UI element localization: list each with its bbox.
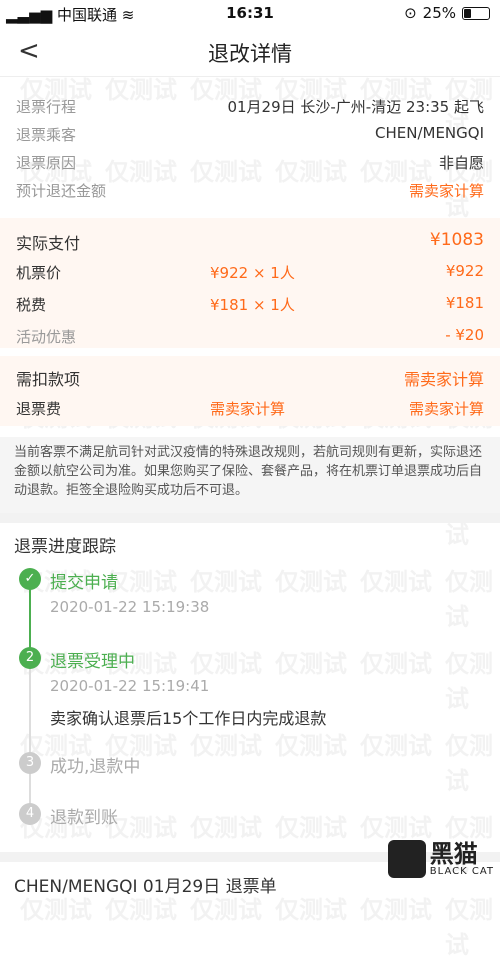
info-value: 需卖家计算 <box>408 182 484 200</box>
info-label: 退票原因 <box>16 154 77 172</box>
payment-label: 机票价 <box>16 264 62 282</box>
notice-text: 当前客票不满足航司针对武汉疫情的特殊退改规则，若航司规则有更新，实际退还金额以航… <box>14 445 483 498</box>
step-1-time: 2020-01-22 15:19:38 <box>50 598 210 616</box>
step-3-label: 成功,退款中 <box>50 757 141 777</box>
payment-promo-row: 活动优惠 - ¥20 <box>16 326 484 347</box>
watermark-text: 仅测试 <box>360 650 432 678</box>
step-2-time: 2020-01-22 15:19:41 <box>50 677 210 695</box>
watermark-text: 仅测试 <box>275 814 347 842</box>
payment-label: 税费 <box>16 296 47 314</box>
watermark-text: 仅测试 <box>190 732 262 760</box>
step-2-label: 退票受理中 <box>50 652 135 672</box>
deduction-fee-detail: 需卖家计算 <box>210 400 286 418</box>
payment-value: ¥181 <box>445 294 484 312</box>
deduction-value: 需卖家计算 <box>403 370 484 389</box>
watermark-text: 仅测试 <box>445 568 493 631</box>
info-row-estimated-refund: 预计退还金额 需卖家计算 <box>16 180 484 201</box>
step-3-number-icon: 3 <box>19 752 41 774</box>
watermark-text: 仅测试 <box>360 568 432 596</box>
info-label: 预计退还金额 <box>16 182 107 200</box>
watermark-text: 仅测试 <box>360 896 432 924</box>
brand-name: 黑猫 <box>429 839 478 868</box>
brand-sub: BLACK CAT <box>429 865 494 877</box>
deduction-value: 需卖家计算 <box>408 400 484 418</box>
info-row-itinerary: 退票行程 01月29日 长沙-广州-清迈 23:35 起飞 <box>16 96 484 117</box>
step-2-number-icon: 2 <box>19 647 41 669</box>
watermark-text: 仅测试 <box>445 732 493 795</box>
info-row-reason: 退票原因 非自愿 <box>16 152 484 173</box>
watermark-text: 仅测试 <box>275 732 347 760</box>
refund-notice: 当前客票不满足航司针对武汉疫情的特殊退改规则，若航司规则有更新，实际退还金额以航… <box>0 437 500 513</box>
payment-ticket-detail: ¥922 × 1人 <box>210 264 295 282</box>
payment-label: 活动优惠 <box>16 328 77 346</box>
watermark-text: 仅测试 <box>190 568 262 596</box>
step-1-check-icon: ✓ <box>19 568 41 590</box>
timeline-connector <box>29 668 31 810</box>
tracking-title: 退票进度跟踪 <box>14 537 116 557</box>
step-1-label: 提交申请 <box>50 573 118 593</box>
step-2-note: 卖家确认退票后15个工作日内完成退款 <box>50 709 327 728</box>
info-row-passenger: 退票乘客 CHEN/MENGQI <box>16 124 484 145</box>
watermark-text: 仅测试 <box>275 650 347 678</box>
step-4-number-icon: 4 <box>19 803 41 825</box>
payment-value: ¥1083 <box>429 230 484 250</box>
watermark-text: 仅测试 <box>275 896 347 924</box>
battery-area: ⊙ 25% <box>404 4 490 22</box>
page-title: 退改详情 <box>208 42 292 66</box>
watermark-text: 仅测试 <box>275 568 347 596</box>
payment-tax-detail: ¥181 × 1人 <box>210 296 295 314</box>
status-bar: ▂▃▅▆ 中国联通 ≋ 16:31 ⊙ 25% <box>0 0 500 26</box>
payment-value: - ¥20 <box>445 326 484 344</box>
info-label: 退票乘客 <box>16 126 77 144</box>
orientation-lock-icon: ⊙ <box>404 4 417 22</box>
battery-percent: 25% <box>422 4 456 22</box>
black-cat-logo: 黑猫 BLACK CAT <box>387 839 494 878</box>
cat-icon <box>387 840 426 878</box>
info-value: 01月29日 长沙-广州-清迈 23:35 起飞 <box>227 98 484 116</box>
section-divider <box>0 513 500 523</box>
battery-icon <box>462 6 490 20</box>
deduction-label: 退票费 <box>16 400 62 418</box>
refund-order-partial: CHEN/MENGQI 01月29日 退票单 <box>14 877 277 897</box>
nav-bar: < 退改详情 <box>0 26 500 77</box>
deduction-label: 需扣款项 <box>16 370 81 389</box>
deduction-total-row: 需扣款项 需卖家计算 <box>16 366 484 390</box>
watermark-text: 仅测试 <box>360 732 432 760</box>
watermark-text: 仅测试 <box>445 896 493 959</box>
watermark-text: 仅测试 <box>360 814 432 842</box>
watermark-text: 仅测试 <box>190 814 262 842</box>
info-label: 退票行程 <box>16 98 77 116</box>
payment-label: 实际支付 <box>16 234 81 253</box>
watermark-text: 仅测试 <box>445 650 493 713</box>
info-value: 非自愿 <box>438 154 484 172</box>
watermark-text: 仅测试 <box>190 650 262 678</box>
payment-actual-row: 实际支付 ¥1083 <box>16 230 484 254</box>
info-value: CHEN/MENGQI <box>375 124 484 142</box>
payment-value: ¥922 <box>445 262 484 280</box>
step-4-label: 退款到账 <box>50 808 118 828</box>
